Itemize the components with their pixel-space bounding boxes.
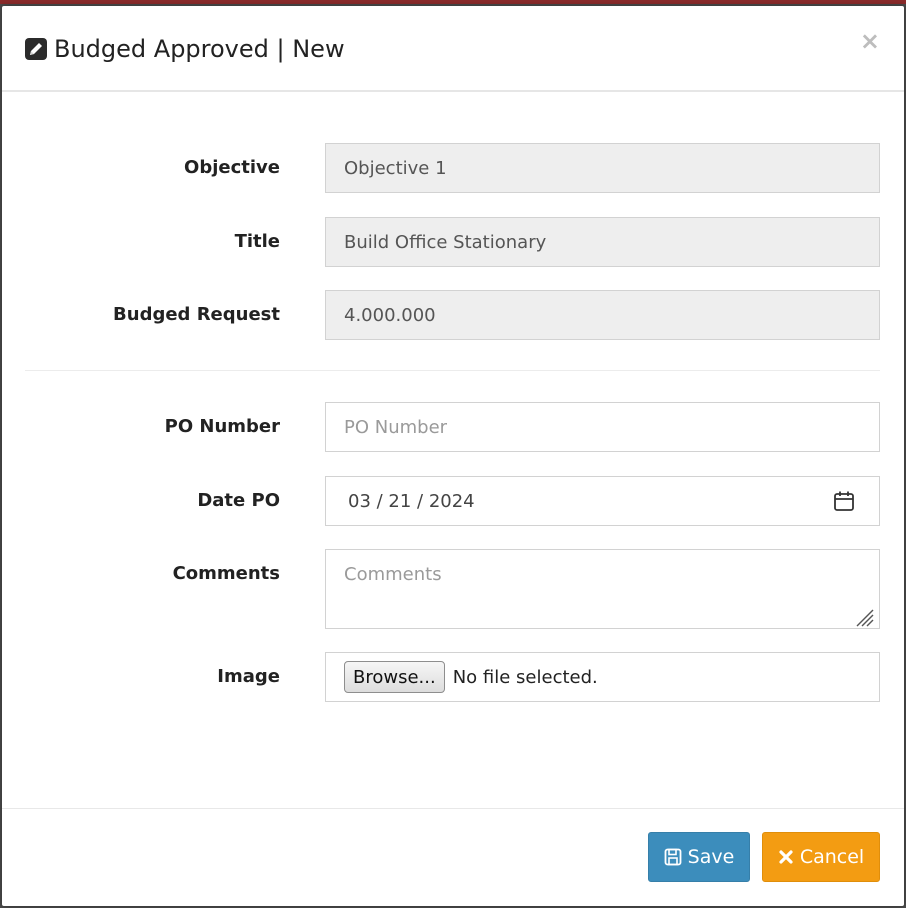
modal-header: Budged Approved | New × bbox=[2, 6, 904, 92]
date-po-label: Date PO bbox=[197, 490, 280, 511]
x-close-icon bbox=[779, 850, 793, 864]
save-label: Save bbox=[687, 846, 735, 868]
comments-label: Comments bbox=[172, 563, 280, 584]
browse-button[interactable]: Browse... bbox=[344, 661, 445, 693]
modal-footer: Save Cancel bbox=[2, 808, 904, 906]
file-status-text: No file selected. bbox=[452, 666, 598, 688]
budged-approved-modal: Budged Approved | New × Objective Object… bbox=[2, 6, 904, 906]
modal-title: Budged Approved | New bbox=[54, 35, 345, 63]
title-field: Build Office Stationary bbox=[325, 217, 880, 267]
cancel-label: Cancel bbox=[799, 846, 865, 868]
po-number-input[interactable] bbox=[325, 402, 880, 452]
floppy-disk-icon bbox=[664, 848, 682, 866]
background-page-strip bbox=[0, 0, 906, 4]
comments-textarea[interactable] bbox=[325, 549, 880, 629]
image-label: Image bbox=[217, 666, 280, 687]
objective-label: Objective bbox=[184, 157, 280, 178]
save-button[interactable]: Save bbox=[648, 832, 750, 882]
title-label: Title bbox=[234, 231, 280, 252]
objective-value: Objective 1 bbox=[344, 157, 447, 179]
budged-request-field: 4.000.000 bbox=[325, 290, 880, 340]
date-po-value: 03 / 21 / 2024 bbox=[348, 490, 475, 512]
calendar-icon[interactable] bbox=[833, 490, 855, 512]
objective-field: Objective 1 bbox=[325, 143, 880, 193]
pencil-square-icon bbox=[24, 37, 48, 61]
resize-grip-icon[interactable] bbox=[854, 607, 874, 627]
date-po-input[interactable]: 03 / 21 / 2024 bbox=[325, 476, 880, 526]
form-divider bbox=[25, 370, 880, 371]
budged-request-label: Budged Request bbox=[113, 304, 280, 325]
image-file-input: Browse... No file selected. bbox=[325, 652, 880, 702]
close-button[interactable]: × bbox=[860, 28, 880, 54]
budged-request-value: 4.000.000 bbox=[344, 304, 436, 326]
po-number-label: PO Number bbox=[164, 416, 280, 437]
title-value: Build Office Stationary bbox=[344, 231, 547, 253]
cancel-button[interactable]: Cancel bbox=[762, 832, 880, 882]
